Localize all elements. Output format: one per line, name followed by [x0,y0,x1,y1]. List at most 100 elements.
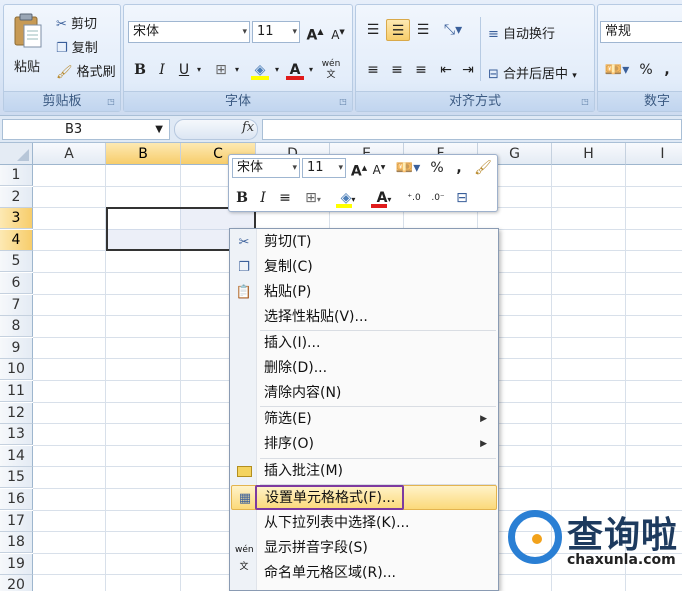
mini-shrink-font-button[interactable]: A▼ [370,157,388,179]
mini-format-painter-icon[interactable]: 🖌 [473,157,493,179]
format-painter-button[interactable]: 🖌 格式刷 [56,61,116,80]
menu-item[interactable]: 命名单元格区域(R)... [231,561,497,586]
select-all-corner[interactable] [0,143,33,165]
copy-button[interactable]: ❐ 复制 [56,37,98,56]
row-header[interactable]: 9 [0,337,33,359]
border-icon[interactable]: ⊞ [210,59,232,81]
align-center-button[interactable]: ≡ [386,59,408,81]
name-box[interactable]: B3 ▼ [2,119,170,140]
font-size-combo[interactable]: 11 ▾ [252,21,300,43]
merge-icon: ⊟ [488,67,499,82]
align-top-button[interactable]: ☰ [362,19,384,41]
row-header[interactable]: 19 [0,553,33,575]
menu-item[interactable]: wén 文显示拼音字段(S) [231,536,497,572]
orientation-button[interactable]: ⤡▾ [438,19,468,41]
row-header[interactable]: 1 [0,165,33,186]
mini-border-icon[interactable]: ⊞▾ [299,187,327,209]
mini-currency-button[interactable]: 💴▾ [391,157,425,179]
mini-bold-button[interactable]: B [232,187,252,209]
column-header[interactable]: B [106,143,181,165]
active-cell[interactable] [108,209,180,229]
row-header[interactable]: 17 [0,510,33,532]
increase-indent-button[interactable]: ⇥ [458,59,478,81]
column-header[interactable]: A [33,143,106,165]
italic-button[interactable]: I [152,59,172,81]
row-header[interactable]: 2 [0,186,33,208]
mini-fill-color-icon[interactable]: ◈▾ [333,187,363,209]
mini-grow-font-button[interactable]: A▲ [349,157,369,180]
align-left-button[interactable]: ≡ [362,59,384,81]
row-header[interactable]: 4 [0,229,33,251]
formula-input[interactable] [262,119,682,140]
paste-button[interactable]: 粘贴 [8,9,48,83]
align-bottom-button[interactable]: ☰ [412,19,434,41]
row-header[interactable]: 3 [0,208,33,230]
menu-item[interactable]: ❐ 复制(C) [231,255,497,280]
column-header[interactable]: H [552,143,626,165]
align-right-button[interactable]: ≡ [410,59,432,81]
wrap-text-button[interactable]: ≡ 自动换行 [488,23,555,42]
row-header[interactable]: 14 [0,445,33,467]
font-group-label: 字体 [124,91,352,111]
mini-font-name-combo[interactable]: 宋体 ▾ [232,158,300,178]
underline-button[interactable]: U [174,59,194,81]
grow-font-button[interactable]: A▲ [304,21,326,44]
menu-item[interactable]: 插入批注(M) [231,459,497,484]
menu-item[interactable]: 删除(D)... [231,356,497,381]
row-header[interactable]: 5 [0,251,33,273]
column-header[interactable]: I [626,143,682,165]
increase-decimal-icon[interactable]: ⁺.0 [403,187,425,209]
mini-font-color-button[interactable]: A▾ [369,187,399,209]
decrease-decimal-icon[interactable]: .0⁻ [427,187,449,209]
menu-item-label: 插入批注(M) [264,463,344,479]
comma-button[interactable]: , [660,59,674,81]
row-header[interactable]: 13 [0,424,33,446]
mini-italic-button[interactable]: I [254,187,272,209]
row-header[interactable]: 10 [0,359,33,381]
row-header[interactable]: 11 [0,381,33,402]
font-name-combo[interactable]: 宋体 ▾ [128,21,250,43]
menu-item[interactable]: 选择性粘贴(V)... [231,305,497,330]
number-format-combo[interactable]: 常规 [600,21,682,43]
menu-item[interactable]: ✂ 剪切(T) [231,230,497,255]
fill-dropdown-icon[interactable]: ▾ [272,59,282,81]
font-color-button[interactable]: A [284,59,306,81]
shrink-font-button[interactable]: A▼ [327,21,349,43]
cut-button[interactable]: ✂ 剪切 [56,13,97,32]
alignment-launcher-icon[interactable]: ◳ [580,97,590,107]
mini-align-center-button[interactable]: ≡ [275,187,295,209]
font-launcher-icon[interactable]: ◳ [338,97,348,107]
mini-font-size-combo[interactable]: 11 ▾ [302,158,346,178]
menu-item-label: 从下拉列表中选择(K)... [264,515,410,531]
menu-item[interactable]: 筛选(E) ▶ [231,407,497,432]
menu-item[interactable]: 排序(O) ▶ [231,432,497,457]
clipboard-launcher-icon[interactable]: ◳ [106,97,116,107]
font-color-dropdown-icon[interactable]: ▾ [306,59,316,81]
align-middle-button[interactable]: ☰ [386,19,410,41]
merge-center-button[interactable]: ⊟ 合并后居中 ▾ [488,63,577,82]
bold-button[interactable]: B [130,59,150,81]
row-header[interactable]: 15 [0,467,33,489]
currency-button[interactable]: 💴▾ [602,59,632,81]
menu-item[interactable]: 清除内容(N) [231,381,497,406]
percent-button[interactable]: % [638,59,654,81]
menu-item[interactable]: 从下拉列表中选择(K)... [231,511,497,536]
fx-icon[interactable]: fx [242,120,254,135]
phonetic-button[interactable]: wén 文 [318,59,344,81]
menu-item[interactable]: 插入(I)... [231,331,497,356]
row-header[interactable]: 18 [0,532,33,554]
fill-color-icon[interactable]: ◈ [248,59,272,81]
underline-dropdown-icon[interactable]: ▾ [194,59,204,81]
menu-item[interactable]: 📋 粘贴(P) [231,280,497,305]
decrease-indent-button[interactable]: ⇤ [436,59,456,81]
row-header[interactable]: 6 [0,273,33,294]
row-header[interactable]: 16 [0,489,33,510]
row-header[interactable]: 20 [0,575,33,591]
mini-comma-button[interactable]: , [453,157,465,179]
row-header[interactable]: 7 [0,294,33,316]
row-header[interactable]: 12 [0,402,33,424]
mini-percent-button[interactable]: % [429,157,445,179]
merge-cells-icon[interactable]: ⊟ [451,187,473,209]
row-header[interactable]: 8 [0,316,33,338]
border-dropdown-icon[interactable]: ▾ [232,59,242,81]
